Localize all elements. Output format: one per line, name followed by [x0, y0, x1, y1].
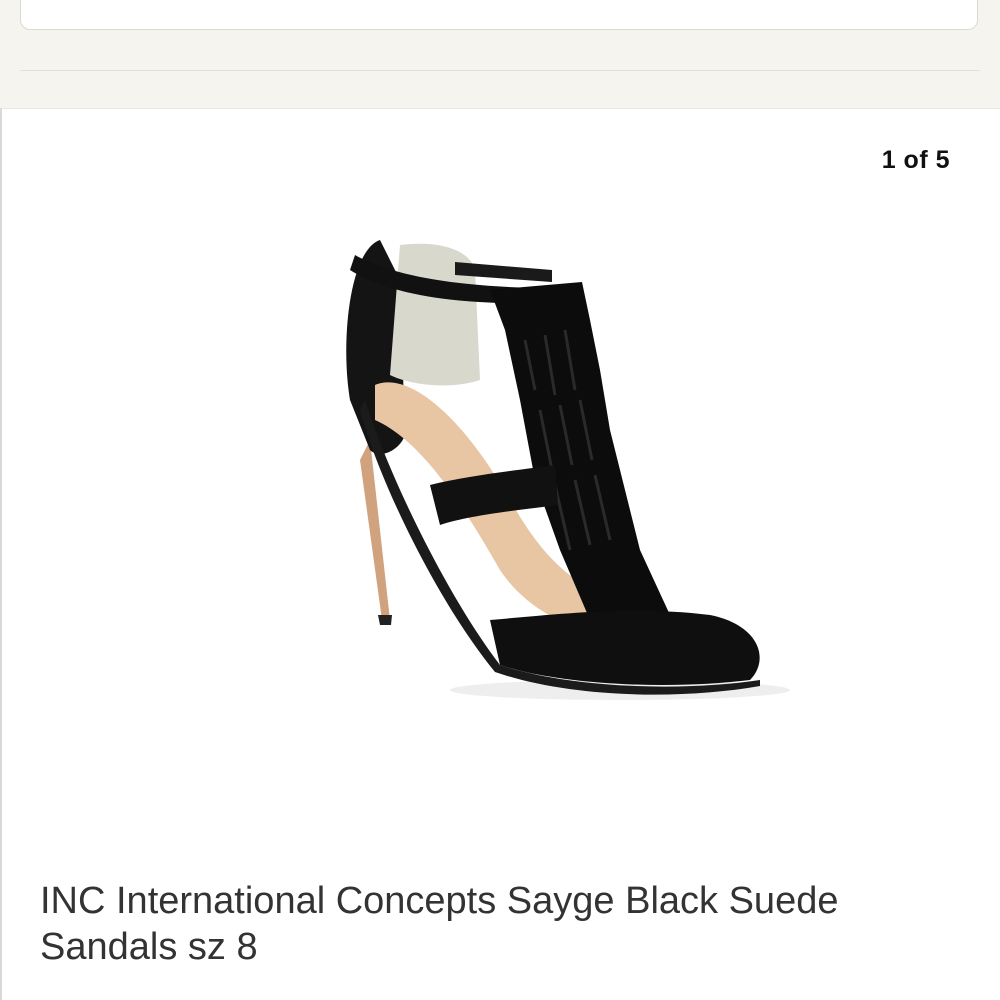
header-divider — [20, 70, 980, 71]
image-counter: 1 of 5 — [881, 146, 950, 174]
product-title: INC International Concepts Sayge Black S… — [40, 880, 839, 968]
search-input[interactable] — [20, 0, 978, 30]
top-header — [0, 0, 1000, 109]
product-photo[interactable] — [290, 220, 810, 720]
